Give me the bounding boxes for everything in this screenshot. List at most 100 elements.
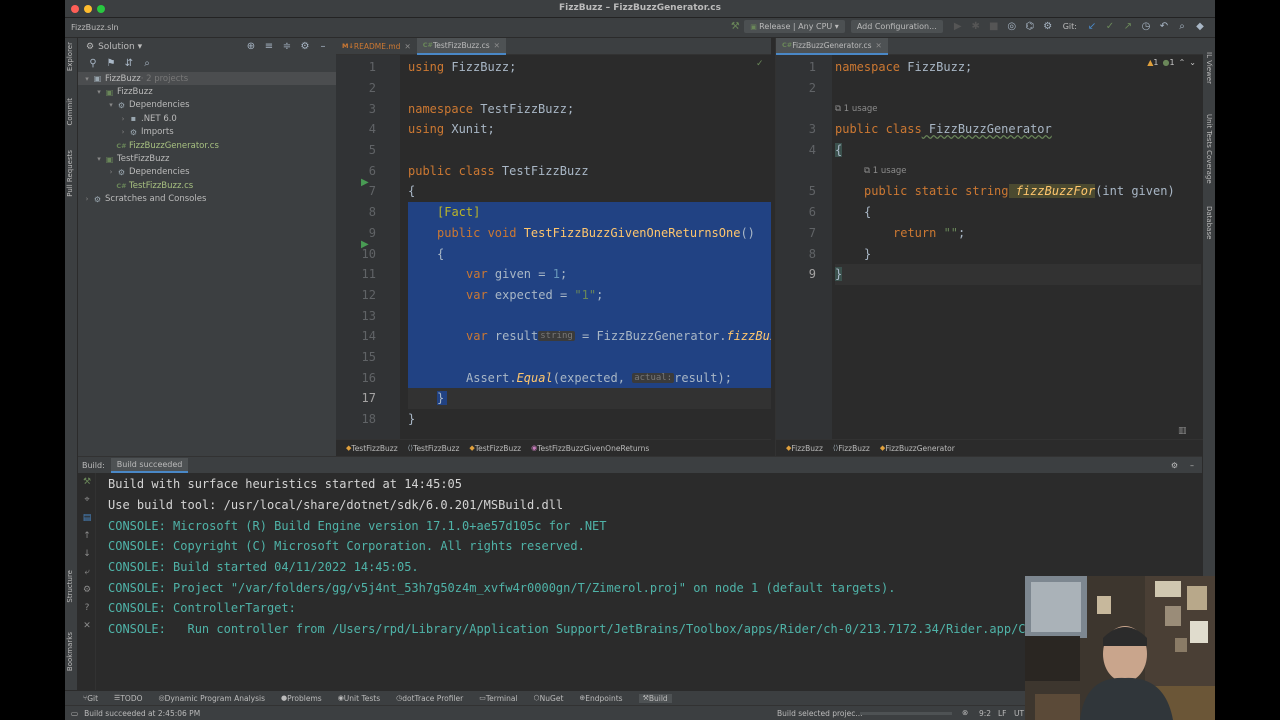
profile-icon[interactable]: ⌬ <box>1021 21 1039 32</box>
cancel-build-icon[interactable]: ⊗ <box>962 708 968 717</box>
chevron-right-icon[interactable]: › <box>118 115 128 123</box>
close-tab-icon[interactable]: ✕ <box>876 41 882 50</box>
database-tool-tab[interactable]: Database <box>1205 206 1213 239</box>
build-settings-icon[interactable]: ⚙ <box>1171 461 1178 470</box>
settings-icon[interactable]: ⚙ <box>1039 21 1057 32</box>
tool-problems[interactable]: ● Problems <box>281 694 322 703</box>
tree-item[interactable]: C# TestFizzBuzz.cs <box>78 179 336 192</box>
tree-item[interactable]: ▾ ▣ FizzBuzz <box>78 85 336 98</box>
solution-file-breadcrumb[interactable]: FizzBuzz.sln <box>65 21 125 34</box>
tool-unit-tests[interactable]: ◉ Unit Tests <box>338 694 380 703</box>
tree-item[interactable]: › ⚙ Imports <box>78 126 336 139</box>
pull-requests-tool-tab[interactable]: Pull Requests <box>66 150 74 197</box>
filter-output-icon[interactable]: ▤ <box>78 509 96 527</box>
chevron-right-icon[interactable]: › <box>106 168 116 176</box>
reader-mode-icon[interactable]: ▥ <box>1178 426 1187 436</box>
tree-item[interactable]: C# FizzBuzzGenerator.cs <box>78 139 336 152</box>
tree-item[interactable]: ▾ ▣ TestFizzBuzz <box>78 152 336 165</box>
line-separator[interactable]: LF <box>998 709 1007 718</box>
run-icon[interactable]: ▶ <box>949 21 967 32</box>
close-tab-icon[interactable]: ✕ <box>404 42 410 51</box>
breadcrumb-item[interactable]: ⟨⟩ FizzBuzz <box>833 444 870 453</box>
il-viewer-tool-tab[interactable]: IL Viewer <box>1205 52 1213 84</box>
scroll-up-icon[interactable]: ↑ <box>78 527 96 545</box>
hide-panel-icon[interactable]: – <box>314 41 332 52</box>
add-configuration-button[interactable]: Add Configuration... <box>850 20 943 33</box>
breadcrumb-item[interactable]: ◉ TestFizzBuzzGivenOneReturns <box>531 444 649 453</box>
solution-view-select[interactable]: Solution ▾ <box>98 42 142 52</box>
tool-todo[interactable]: ☰ TODO <box>114 694 142 703</box>
stop-icon[interactable]: ■ <box>985 21 1003 32</box>
tool-terminal[interactable]: ▭ Terminal <box>479 694 517 703</box>
wrap-icon[interactable]: ⤶ <box>78 563 96 581</box>
rebuild-icon[interactable]: ⚒ <box>78 473 96 491</box>
tree-item[interactable]: › ⚙ Dependencies <box>78 166 336 179</box>
breadcrumb-label: FizzBuzzGenerator <box>885 443 955 453</box>
pin-icon[interactable]: ⌖ <box>78 491 96 509</box>
tool-endpoints[interactable]: ⊕ Endpoints <box>579 694 622 703</box>
editor-tab[interactable]: C# TestFizzBuzz.cs ✕ <box>416 37 506 55</box>
breadcrumb-item[interactable]: ◆ FizzBuzz <box>786 444 823 453</box>
breadcrumb-item[interactable]: ⟨⟩ TestFizzBuzz <box>408 444 460 453</box>
editor-tab[interactable]: M↓ README.md ✕ <box>336 38 417 55</box>
no-problems-icon: ✓ <box>756 59 764 69</box>
git-push-icon[interactable]: ↗ <box>1119 21 1137 32</box>
help-icon[interactable]: ? <box>78 599 96 617</box>
chevron-right-icon[interactable]: › <box>82 195 92 203</box>
commit-tool-tab[interactable]: Commit <box>66 98 74 126</box>
explorer-tool-tab[interactable]: Explorer <box>66 42 74 71</box>
tool-build[interactable]: ⚒ Build <box>638 693 672 703</box>
hide-build-panel-icon[interactable]: – <box>1190 461 1194 470</box>
tree-item[interactable]: › ▪ .NET 6.0 <box>78 112 336 125</box>
tree-item[interactable]: › ⚙ Scratches and Consoles <box>78 193 336 206</box>
chevron-right-icon[interactable]: › <box>118 128 128 136</box>
breadcrumb-item[interactable]: ◆ TestFizzBuzz <box>346 444 398 453</box>
close-build-icon[interactable]: ✕ <box>78 617 96 635</box>
expand-all-icon[interactable]: ≡ <box>260 41 278 52</box>
tool-nuget[interactable]: ⬡ NuGet <box>534 694 564 703</box>
editor-tab[interactable]: C# FizzBuzzGenerator.cs ✕ <box>776 37 888 55</box>
debug-icon[interactable]: ✱ <box>967 21 985 32</box>
tool-profiler[interactable]: ◷ dotTrace Profiler <box>396 694 463 703</box>
show-files-icon[interactable]: ⚑ <box>102 58 120 69</box>
locate-icon[interactable]: ⊕ <box>242 41 260 52</box>
tree-item[interactable]: ▾ ▣ FizzBuzz · 2 projects <box>78 72 336 86</box>
unit-tests-coverage-tool-tab[interactable]: Unit Tests Coverage <box>1205 114 1213 184</box>
tree-item[interactable]: ▾ ⚙ Dependencies <box>78 99 336 112</box>
editor-left-code[interactable]: using FizzBuzz; namespace TestFizzBuzz; … <box>408 57 771 439</box>
close-tab-icon[interactable]: ✕ <box>494 41 500 50</box>
structure-tool-tab[interactable]: Structure <box>66 570 74 603</box>
editor-right-code[interactable]: namespace FizzBuzz; ⧉ 1 usage public cla… <box>835 57 1201 439</box>
search-everywhere-icon[interactable]: ⌕ <box>1173 21 1191 32</box>
options-gear-icon[interactable]: ⚙ <box>296 41 314 52</box>
build-tab[interactable]: Build succeeded <box>110 457 189 473</box>
git-history-icon[interactable]: ◷ <box>1137 21 1155 32</box>
breadcrumb-item[interactable]: ◆ TestFizzBuzz <box>469 444 521 453</box>
chevron-down-icon[interactable]: ▾ <box>82 75 92 83</box>
bookmarks-tool-tab[interactable]: Bookmarks <box>66 632 74 671</box>
filter-icon[interactable]: ⚲ <box>84 58 102 69</box>
chevron-down-icon[interactable]: ▾ <box>94 155 104 163</box>
collapse-all-icon[interactable]: ≑ <box>278 41 296 52</box>
file-encoding[interactable]: UT <box>1014 709 1024 718</box>
chevron-down-icon[interactable]: ▾ <box>106 101 116 109</box>
git-update-icon[interactable]: ↙ <box>1083 21 1101 32</box>
caret-position[interactable]: 9:2 <box>979 709 991 718</box>
breadcrumb-item[interactable]: ◆ FizzBuzzGenerator <box>880 444 955 453</box>
build-hammer-icon[interactable]: ⚒ <box>726 21 744 32</box>
run-test-class-icon[interactable]: ▶ <box>361 177 369 188</box>
status-toggle-icon[interactable]: ▭ <box>71 709 78 718</box>
tool-git[interactable]: ⑂ Git <box>83 694 98 703</box>
git-commit-icon[interactable]: ✓ <box>1101 21 1119 32</box>
chevron-down-icon[interactable]: ▾ <box>94 88 104 96</box>
scroll-down-icon[interactable]: ↓ <box>78 545 96 563</box>
jetbrains-icon[interactable]: ◆ <box>1191 21 1209 32</box>
run-config-select[interactable]: ▣ Release | Any CPU ▾ <box>744 20 845 33</box>
tool-dpa[interactable]: ◎ Dynamic Program Analysis <box>159 694 266 703</box>
autoscroll-icon[interactable]: ⇵ <box>120 58 138 69</box>
wrench-icon[interactable]: ⚙ <box>78 581 96 599</box>
attach-icon[interactable]: ◎ <box>1003 21 1021 32</box>
search-icon[interactable]: ⌕ <box>138 58 156 69</box>
undo-icon[interactable]: ↶ <box>1155 21 1173 32</box>
run-test-method-icon[interactable]: ▶ <box>361 239 369 250</box>
